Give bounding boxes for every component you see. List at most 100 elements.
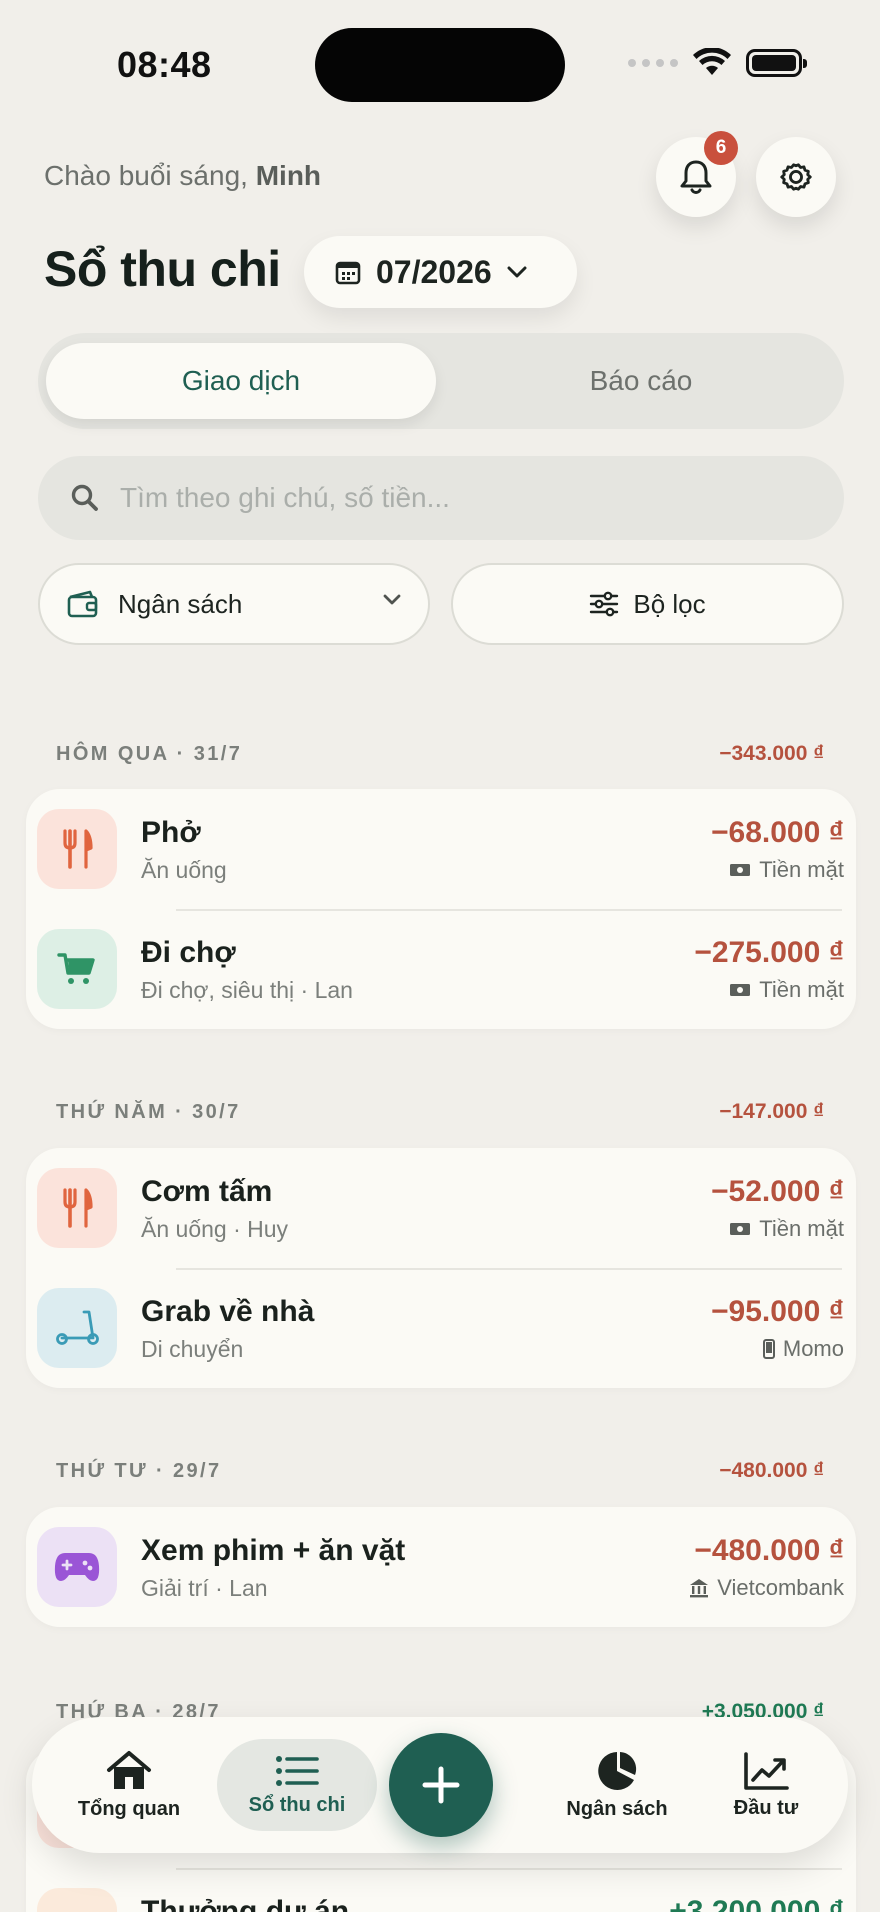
nav-label: Tổng quan bbox=[77, 1797, 181, 1820]
source-label: Tiền mặt bbox=[759, 1216, 844, 1241]
transaction-amount: −95.000 ₫ bbox=[710, 1295, 844, 1328]
battery-icon bbox=[746, 49, 807, 77]
transaction-amount: +3.200.000 ₫ bbox=[669, 1895, 844, 1912]
transaction-amount: −275.000 ₫ bbox=[694, 936, 844, 969]
transaction-title: Phở bbox=[141, 816, 201, 849]
sliders-icon bbox=[590, 591, 619, 617]
tab-reports[interactable]: Báo cáo bbox=[446, 343, 836, 419]
transaction-amount: −52.000 ₫ bbox=[710, 1175, 844, 1208]
user-name: Minh bbox=[255, 160, 322, 191]
fork-knife-icon bbox=[63, 1188, 93, 1228]
source-label: Vietcombank bbox=[717, 1575, 844, 1600]
nav-overview[interactable]: Tổng quan bbox=[44, 1717, 214, 1853]
nav-label: Sổ thu chi bbox=[248, 1793, 346, 1816]
transaction-category: Ăn uống bbox=[141, 857, 227, 883]
category-tile bbox=[37, 809, 117, 889]
category-tile bbox=[37, 1527, 117, 1607]
nav-label: Ngân sách bbox=[566, 1797, 668, 1820]
transaction-title: Cơm tấm bbox=[141, 1175, 273, 1208]
trend-chart-icon bbox=[744, 1751, 789, 1790]
transaction-row[interactable]: Đi chợ Đi chợ, siêu thị · Lan −275.000 ₫… bbox=[26, 909, 856, 1029]
search-input[interactable] bbox=[120, 482, 780, 514]
transaction-category: Ăn uống · Huy bbox=[141, 1216, 289, 1242]
view-tabs: Giao dịch Báo cáo bbox=[38, 333, 844, 429]
notifications-button[interactable]: 6 bbox=[656, 131, 738, 217]
transaction-amount: −480.000 ₫ bbox=[694, 1534, 844, 1567]
section-header: HÔM QUA · 31/7 −343.000 ₫ bbox=[56, 742, 824, 766]
transaction-title: Grab về nhà bbox=[141, 1295, 315, 1328]
nav-ledger[interactable]: Sổ thu chi bbox=[217, 1717, 377, 1853]
cash-icon bbox=[730, 864, 751, 876]
budget-dropdown[interactable]: Ngân sách bbox=[38, 563, 430, 645]
nav-label: Đầu tư bbox=[733, 1796, 799, 1819]
nav-invest[interactable]: Đầu tư bbox=[692, 1717, 840, 1853]
calendar-icon bbox=[335, 261, 361, 285]
greeting: Chào buổi sáng, Minh bbox=[44, 160, 321, 192]
nav-budget[interactable]: Ngân sách bbox=[522, 1717, 712, 1853]
transaction-source: Vietcombank bbox=[689, 1575, 844, 1601]
transaction-source: Tiền mặt bbox=[729, 857, 844, 883]
section-header: THỨ NĂM · 30/7 −147.000 ₫ bbox=[56, 1100, 824, 1124]
transaction-row[interactable]: Phở Ăn uống −68.000 ₫ Tiền mặt bbox=[26, 789, 856, 909]
chevron-down-icon bbox=[383, 594, 401, 605]
list-icon bbox=[276, 1755, 319, 1786]
category-tile bbox=[37, 1288, 117, 1368]
status-icons bbox=[628, 48, 807, 78]
bank-icon bbox=[690, 1579, 709, 1598]
add-transaction-button[interactable] bbox=[389, 1733, 493, 1837]
dynamic-island bbox=[315, 28, 565, 102]
section-total: −147.000 ₫ bbox=[719, 1100, 824, 1123]
transaction-source: Momo bbox=[762, 1336, 844, 1362]
section-date: THỨ TƯ · 29/7 bbox=[56, 1459, 222, 1482]
transaction-row[interactable]: Cơm tấm Ăn uống · Huy −52.000 ₫ Tiền mặt bbox=[26, 1148, 856, 1268]
bell-icon bbox=[680, 160, 712, 194]
section-date: THỨ NĂM · 30/7 bbox=[56, 1100, 241, 1123]
home-icon bbox=[107, 1750, 151, 1789]
cart-icon bbox=[57, 953, 95, 984]
wallet-icon bbox=[67, 590, 98, 618]
cash-icon bbox=[730, 1223, 751, 1235]
settings-button[interactable] bbox=[756, 137, 836, 217]
transaction-category: Đi chợ, siêu thị · Lan bbox=[141, 977, 353, 1003]
gear-icon bbox=[780, 163, 812, 191]
transaction-group: Phở Ăn uống −68.000 ₫ Tiền mặt Đi chợ Đi… bbox=[26, 789, 856, 1029]
transaction-title: Đi chợ bbox=[141, 936, 236, 969]
transaction-row[interactable]: Thưởng dự án +3.200.000 ₫ bbox=[26, 1868, 856, 1912]
transaction-group: Xem phim + ăn vặt Giải trí · Lan −480.00… bbox=[26, 1507, 856, 1627]
transaction-title: Xem phim + ăn vặt bbox=[141, 1534, 406, 1567]
month-selector[interactable]: 07/2026 bbox=[304, 236, 577, 308]
section-total: −480.000 ₫ bbox=[719, 1459, 824, 1482]
scooter-icon bbox=[56, 1310, 99, 1345]
page-title: Sổ thu chi bbox=[44, 241, 281, 297]
filter-label: Bộ lọc bbox=[633, 588, 706, 619]
search-bar bbox=[38, 456, 844, 540]
tab-transactions[interactable]: Giao dịch bbox=[46, 343, 436, 419]
filter-button[interactable]: Bộ lọc bbox=[451, 563, 844, 645]
cash-icon bbox=[730, 984, 751, 996]
notification-badge: 6 bbox=[704, 131, 738, 165]
transaction-category: Giải trí · Lan bbox=[141, 1575, 268, 1601]
wifi-icon bbox=[693, 48, 731, 75]
source-label: Momo bbox=[782, 1336, 844, 1361]
month-value: 07/2026 bbox=[376, 253, 492, 290]
category-tile bbox=[37, 1888, 117, 1912]
ledger-screen: 08:48 Chào buổi sáng, Minh 6 Sổ thu chi bbox=[0, 0, 880, 1912]
source-label: Tiền mặt bbox=[759, 977, 844, 1002]
pie-chart-icon bbox=[598, 1751, 637, 1790]
transaction-category: Di chuyển bbox=[141, 1336, 244, 1362]
source-label: Tiền mặt bbox=[759, 857, 844, 882]
transaction-row[interactable]: Grab về nhà Di chuyển −95.000 ₫ Momo bbox=[26, 1268, 856, 1388]
transaction-source: Tiền mặt bbox=[729, 977, 844, 1003]
transaction-amount: −68.000 ₫ bbox=[710, 816, 844, 849]
plus-icon bbox=[422, 1766, 460, 1804]
category-tile bbox=[37, 929, 117, 1009]
budget-label: Ngân sách bbox=[118, 588, 243, 619]
section-header: THỨ TƯ · 29/7 −480.000 ₫ bbox=[56, 1459, 824, 1483]
section-total: −343.000 ₫ bbox=[719, 742, 824, 765]
greeting-prefix: Chào buổi sáng, bbox=[44, 160, 248, 191]
gamepad-icon bbox=[54, 1553, 100, 1581]
transaction-row[interactable]: Xem phim + ăn vặt Giải trí · Lan −480.00… bbox=[26, 1507, 856, 1627]
chevron-down-icon bbox=[507, 266, 527, 278]
phone-icon bbox=[762, 1339, 775, 1359]
cellular-icon bbox=[628, 59, 678, 67]
